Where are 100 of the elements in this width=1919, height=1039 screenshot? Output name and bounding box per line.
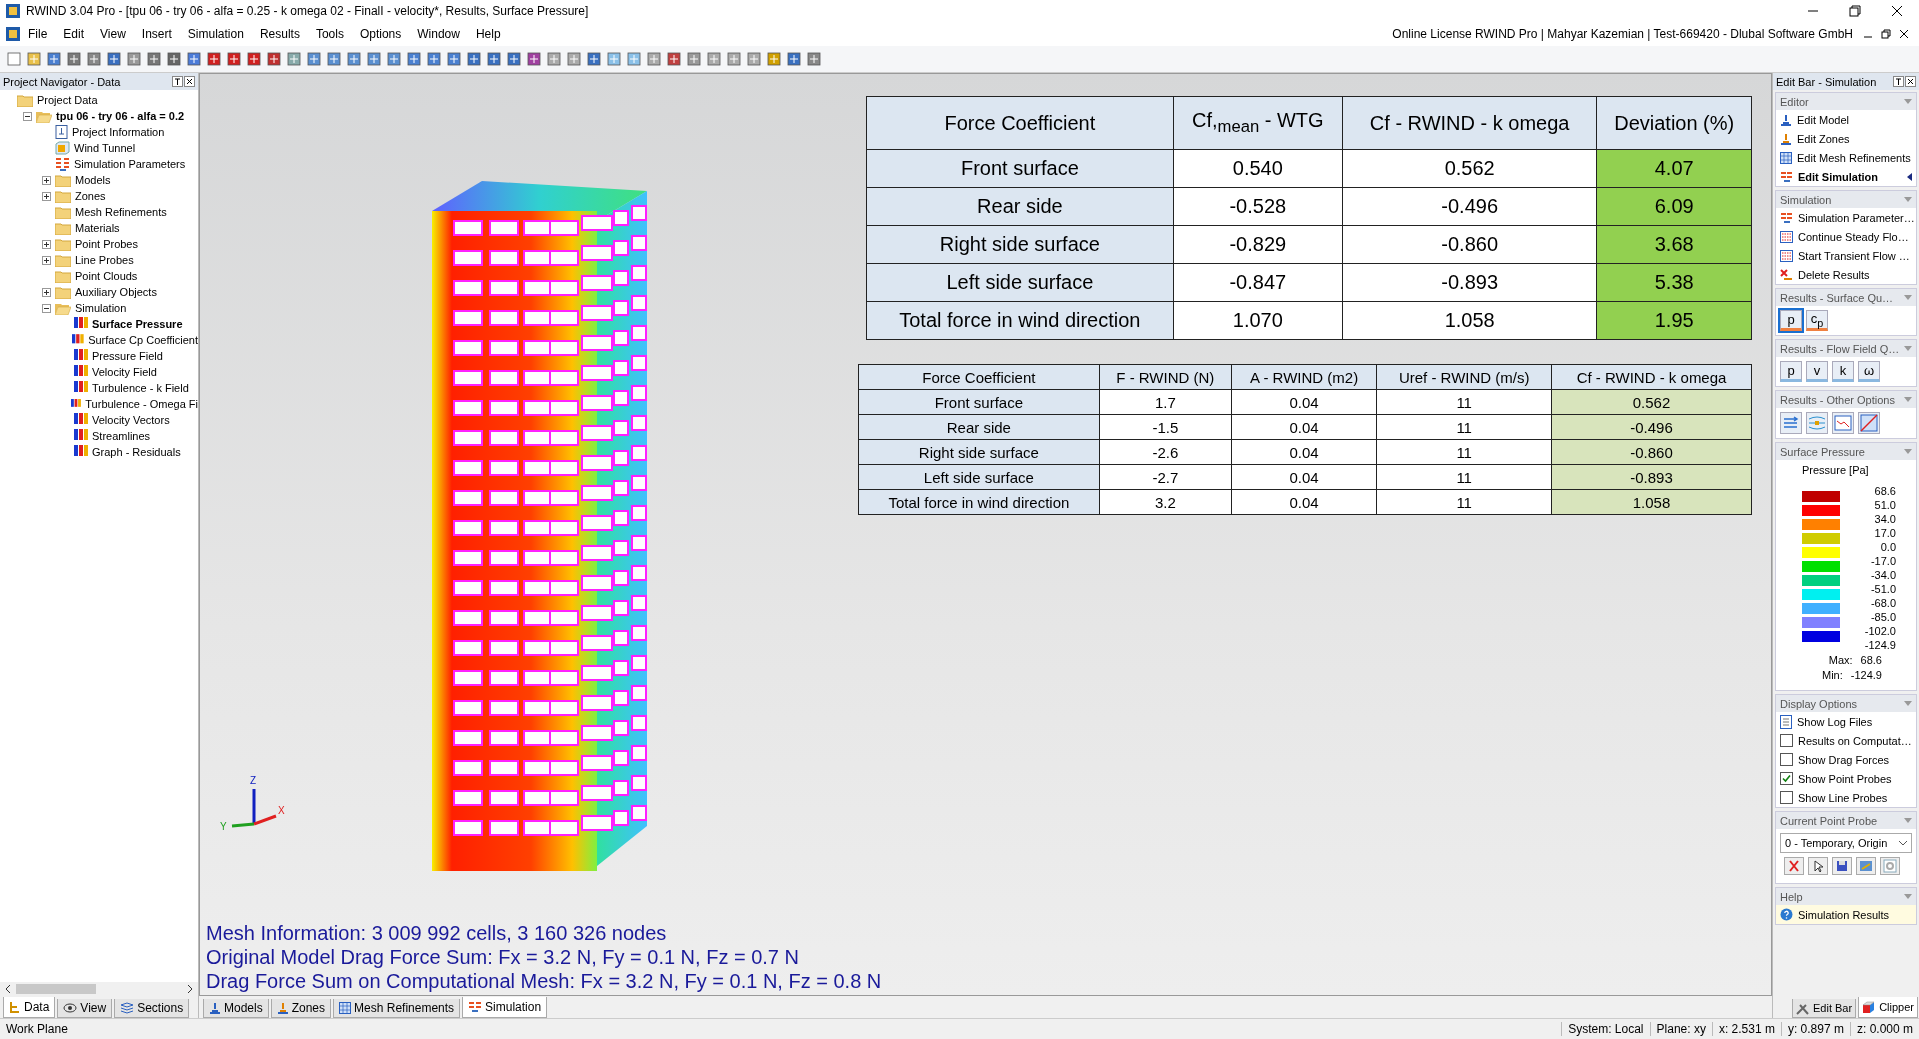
toolbar-icon[interactable] [306,51,322,67]
toolbar-icon[interactable] [706,51,722,67]
toolbar-icon[interactable] [326,51,342,67]
panel-tab[interactable]: Sections [114,999,190,1018]
workspace-tab[interactable]: Zones [270,999,332,1018]
toolbar-icon[interactable] [186,51,202,67]
option-label[interactable]: Show Point Probes [1798,772,1892,785]
arrows-icon[interactable] [1780,412,1802,434]
edit-link[interactable]: Edit Simulation [1798,170,1879,183]
checkbox[interactable] [1780,772,1793,785]
checkbox[interactable] [1780,753,1793,766]
option-label[interactable]: Show Log Files [1797,715,1873,728]
toolbar-icon[interactable] [786,51,802,67]
close-icon[interactable] [1891,5,1903,17]
toolbar-icon[interactable] [246,51,262,67]
workspace-tab[interactable]: Simulation [462,997,548,1018]
window-icon[interactable] [1856,857,1876,875]
toolbar-icon[interactable] [466,51,482,67]
edit-link[interactable]: Edit Mesh Refinements [1797,151,1911,164]
menu-item[interactable]: View [92,27,134,41]
close-icon[interactable] [184,76,195,87]
menu-item[interactable]: Help [467,27,509,41]
save-icon[interactable] [1832,857,1852,875]
toolbar-icon[interactable] [686,51,702,67]
section-header[interactable]: Current Point Probe [1776,812,1916,829]
toolbar-icon[interactable] [386,51,402,67]
expander-icon[interactable] [42,255,51,265]
chart-window-icon[interactable] [1832,412,1854,434]
toolbar-icon[interactable] [166,51,182,67]
expander-icon[interactable] [42,239,51,249]
toolbar-icon[interactable] [266,51,282,67]
panel-tab[interactable]: Data [3,997,56,1018]
tree-item[interactable]: Point Clouds [75,270,138,282]
toolbar-icon[interactable] [506,51,522,67]
tree-item[interactable]: Velocity Vectors [92,414,170,426]
cursor-icon[interactable] [1808,857,1828,875]
menu-item[interactable]: File [20,27,56,41]
restore-icon[interactable] [1881,29,1891,39]
checkbox[interactable] [1780,791,1793,804]
section-header[interactable]: Editor [1776,93,1916,110]
toolbar-icon[interactable] [426,51,442,67]
toolbar-icon[interactable] [226,51,242,67]
quantity-button[interactable]: v [1806,361,1828,382]
scrollbar-thumb[interactable] [16,984,96,994]
expander-icon[interactable] [23,111,32,121]
toolbar-icon[interactable] [286,51,302,67]
streamlines-icon[interactable] [1806,412,1828,434]
toolbar-icon[interactable] [766,51,782,67]
toolbar-icon[interactable] [526,51,542,67]
tree-item[interactable]: Simulation [75,302,127,314]
tree-item[interactable]: tpu 06 - try 06 - alfa = 0.2 [56,110,185,122]
toolbar-icon[interactable] [666,51,682,67]
tree-item[interactable]: Velocity Field [92,366,157,378]
quantity-button[interactable]: c$_{p}$ [1806,310,1828,331]
expander-icon[interactable] [42,191,51,201]
toolbar-icon[interactable] [806,51,822,67]
panel-tab[interactable]: Edit Bar [1792,999,1857,1018]
toolbar-icon[interactable] [566,51,582,67]
toolbar-icon[interactable] [366,51,382,67]
tree-item[interactable]: Pressure Field [92,350,163,362]
tree-item[interactable]: Surface Pressure [92,318,183,330]
tree-item[interactable]: Mesh Refinements [75,206,167,218]
toolbar-icon[interactable] [46,51,62,67]
toolbar-icon[interactable] [586,51,602,67]
tree-item[interactable]: Wind Tunnel [74,142,136,154]
toolbar-icon[interactable] [726,51,742,67]
edit-link[interactable]: Edit Model [1797,113,1849,126]
section-header[interactable]: Help [1776,888,1916,905]
pin-icon[interactable] [172,76,183,87]
toolbar-icon[interactable] [346,51,362,67]
toolbar-icon[interactable] [26,51,42,67]
option-label[interactable]: Show Line Probes [1798,791,1888,804]
restore-icon[interactable] [1849,5,1861,17]
tree-item[interactable]: Zones [75,190,106,202]
tree-item[interactable]: Project Data [37,94,98,106]
toolbar-icon[interactable] [406,51,422,67]
toolbar-icon[interactable] [746,51,762,67]
tree-item[interactable]: Simulation Parameters [74,158,186,170]
section-header[interactable]: Results - Flow Field Q… [1776,340,1916,357]
menu-item[interactable]: Tools [307,27,352,41]
delete-icon[interactable] [1784,857,1804,875]
quantity-button[interactable]: ω [1858,361,1880,382]
menu-item[interactable]: Window [409,27,468,41]
tree-item[interactable]: Models [75,174,111,186]
edit-link[interactable]: Edit Zones [1797,132,1850,145]
pin-icon[interactable] [1893,76,1904,87]
menu-item[interactable]: Edit [55,27,93,41]
toolbar-icon[interactable] [646,51,662,67]
expander-icon[interactable] [42,175,51,185]
tree-item[interactable]: Line Probes [75,254,134,266]
tree-item[interactable]: Turbulence - k Field [92,382,189,394]
toolbar-icon[interactable] [66,51,82,67]
option-label[interactable]: Show Drag Forces [1798,753,1890,766]
toolbar-icon[interactable] [126,51,142,67]
section-header[interactable]: Simulation [1776,191,1916,208]
edit-link[interactable]: Continue Steady Flo… [1798,230,1909,243]
scroll-right-icon[interactable] [186,984,194,994]
document-icon[interactable] [6,27,20,41]
section-header[interactable]: Surface Pressure [1776,443,1916,460]
edit-link[interactable]: Start Transient Flow … [1798,249,1910,262]
